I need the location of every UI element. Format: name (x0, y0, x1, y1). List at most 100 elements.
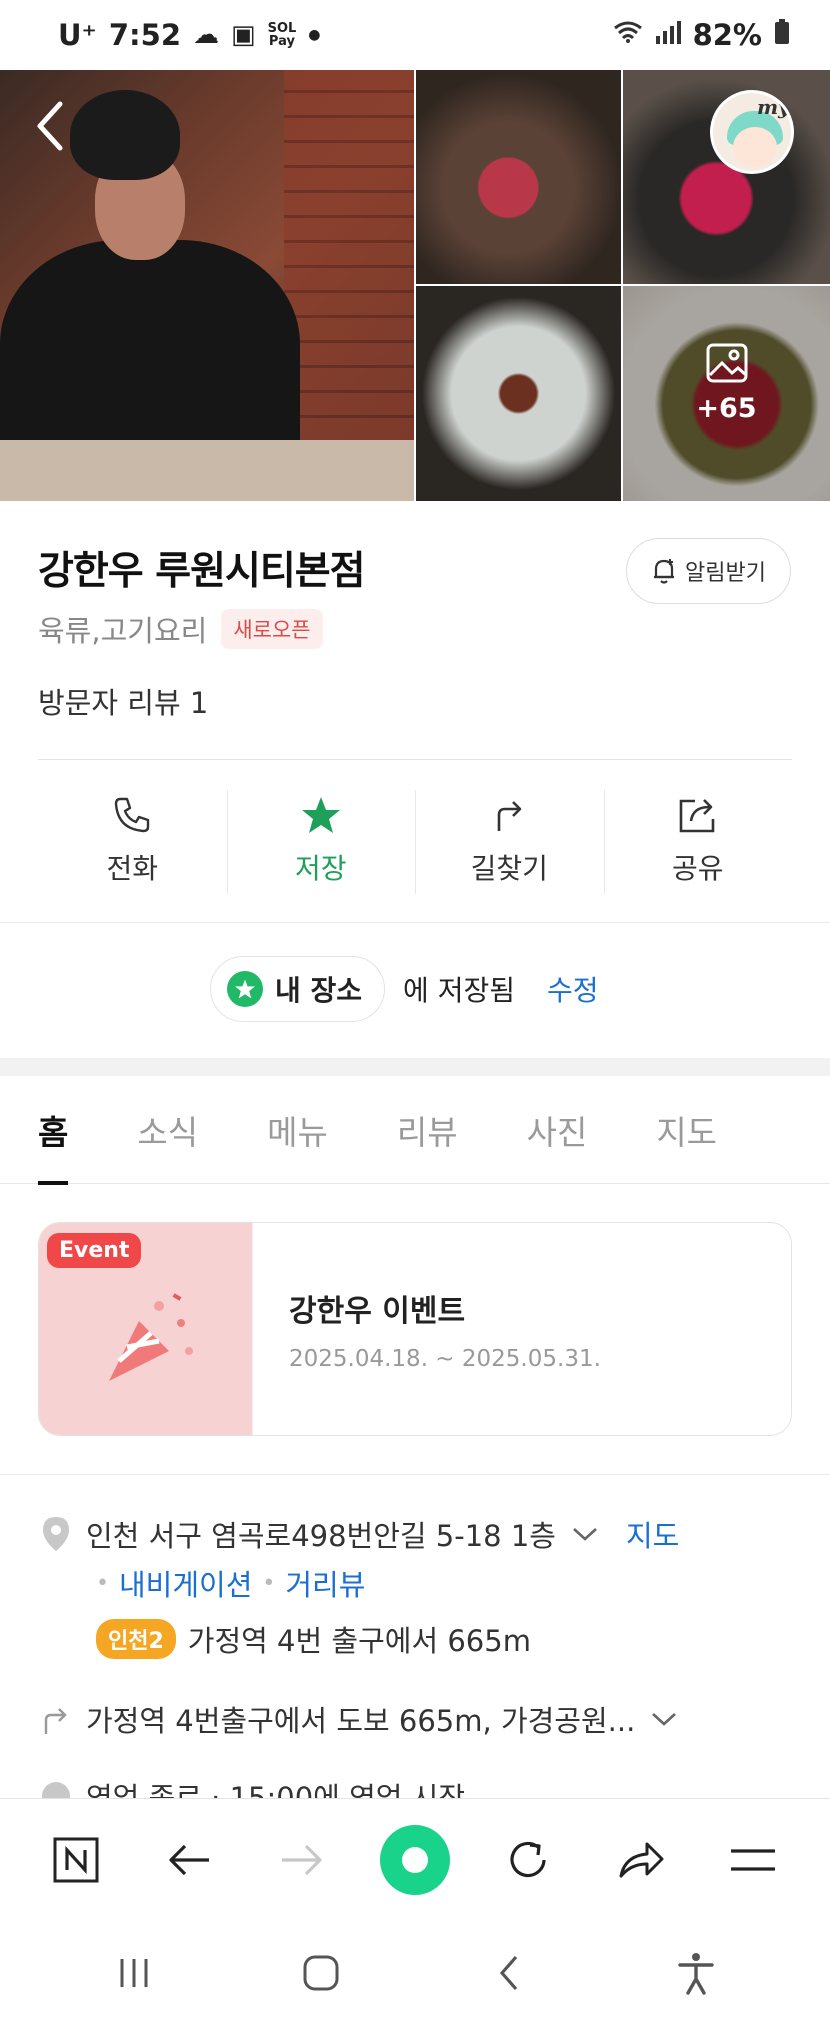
navigation-link[interactable]: 내비게이션 (119, 1562, 252, 1604)
reload-button[interactable] (493, 1825, 563, 1895)
bell-plus-icon (654, 559, 675, 584)
star-badge-icon (227, 971, 263, 1007)
share-arrow-icon (619, 1842, 664, 1877)
home-button[interactable] (286, 1938, 356, 2008)
saved-status-row: 내 장소 에 저장됨 수정 (210, 956, 599, 1022)
share-icon (679, 799, 715, 833)
my-places-label: 내 장소 (275, 974, 363, 1007)
battery-icon (774, 18, 790, 52)
save-button[interactable]: 저장 (226, 786, 416, 896)
gallery-icon: ▣ (231, 20, 256, 50)
category-row: 육류,고기요리 새로오픈 (38, 608, 323, 650)
accessibility-button[interactable] (661, 1938, 731, 2008)
my-places-chip[interactable]: 내 장소 (210, 956, 386, 1022)
naver-n-icon (53, 1837, 99, 1882)
edit-link[interactable]: 수정 (547, 969, 599, 1009)
clock-icon (42, 1782, 70, 1798)
forward-nav-button[interactable] (267, 1825, 337, 1895)
chevron-left-icon (499, 1955, 517, 1991)
event-badge: Event (47, 1233, 142, 1268)
separator-dot: • (262, 1570, 276, 1596)
tab-map[interactable]: 지도 (656, 1076, 717, 1184)
action-bar: 전화 저장 길찾기 공유 (38, 786, 792, 896)
visitor-review-link[interactable]: 방문자 리뷰 1 (38, 680, 208, 722)
tab-photos[interactable]: 사진 (527, 1076, 588, 1184)
green-dot-icon (401, 1846, 428, 1873)
menu-button[interactable] (718, 1825, 788, 1895)
clock: 7:52 (108, 18, 181, 52)
event-thumbnail: Event (39, 1223, 253, 1435)
tab-reviews[interactable]: 리뷰 (397, 1076, 458, 1184)
notify-button[interactable]: 알림받기 (626, 538, 791, 604)
system-navigation-bar (0, 1920, 830, 2026)
image-icon (706, 343, 747, 383)
divider (38, 759, 792, 760)
phone-icon (115, 797, 150, 833)
browser-toolbar (0, 1798, 830, 1920)
walk-directions-text: 가정역 4번출구에서 도보 665m, 가경공원... (86, 1704, 636, 1738)
photo-gallery[interactable]: +65 my (0, 70, 830, 501)
tab-menu[interactable]: 메뉴 (267, 1076, 328, 1184)
arrow-right-icon (282, 1844, 322, 1875)
wifi-icon (613, 20, 643, 51)
notify-label: 알림받기 (685, 561, 766, 586)
chevron-down-icon (573, 1528, 597, 1541)
directions-icon (497, 801, 522, 831)
more-photos-overlay[interactable]: +65 (623, 286, 830, 501)
category-label: 육류,고기요리 (38, 614, 208, 648)
new-open-badge: 새로오픈 (221, 609, 323, 649)
battery-percent: 82% (692, 18, 762, 52)
reload-icon (510, 1841, 546, 1877)
green-dot-button[interactable] (379, 1824, 450, 1895)
tab-bar: 홈 소식 메뉴 리뷰 사진 지도 (0, 1076, 830, 1185)
separator-dot: • (96, 1570, 109, 1596)
event-card[interactable]: Event 강한우 이벤트 2025.04.18. ~ 2025.05.31. (38, 1222, 792, 1436)
chevron-down-icon (652, 1713, 677, 1726)
directions-icon (44, 1708, 67, 1734)
section-gap (0, 1058, 830, 1076)
address-links: • 내비게이션 • 거리뷰 (96, 1562, 365, 1604)
call-label: 전화 (106, 852, 159, 885)
share-button[interactable]: 공유 (603, 786, 793, 896)
walk-directions-row[interactable]: 가정역 4번출구에서 도보 665m, 가경공원... (40, 1698, 679, 1740)
star-icon (301, 797, 340, 833)
tab-home[interactable]: 홈 (38, 1076, 69, 1185)
sol-pay-icon: SOL Pay (267, 21, 297, 49)
event-date: 2025.04.18. ~ 2025.05.31. (289, 1346, 601, 1372)
divider (0, 1474, 830, 1475)
recent-apps-button[interactable] (99, 1938, 169, 2008)
hamburger-menu-icon (731, 1848, 776, 1871)
place-title: 강한우 루원시티본점 (38, 549, 365, 594)
address-text[interactable]: 인천 서구 염곡로498번안길 5-18 1층 (86, 1513, 556, 1555)
notification-dot-icon: ● (308, 27, 321, 43)
status-bar: U⁺ 7:52 ☁ ▣ SOL Pay ● 82% (0, 0, 830, 70)
carrier-label: U⁺ (58, 18, 97, 52)
map-link[interactable]: 지도 (626, 1513, 679, 1555)
photo-thumb[interactable] (416, 286, 621, 501)
share-page-button[interactable] (606, 1825, 676, 1895)
directions-button[interactable]: 길찾기 (415, 786, 604, 896)
my-avatar-button[interactable]: my (710, 90, 794, 174)
recent-apps-icon (120, 1959, 148, 1987)
business-hours-text: 영업 종료 · 15:00에 영업 시작 (86, 1781, 466, 1798)
call-button[interactable]: 전화 (38, 786, 227, 896)
naver-home-button[interactable] (41, 1825, 111, 1895)
directions-label: 길찾기 (470, 852, 548, 885)
photo-thumb[interactable] (416, 70, 621, 284)
station-row: 인천2 가정역 4번 출구에서 665m (96, 1618, 531, 1660)
save-label: 저장 (294, 852, 347, 885)
system-back-button[interactable] (474, 1938, 544, 2008)
tab-news[interactable]: 소식 (137, 1076, 198, 1184)
street-view-link[interactable]: 거리뷰 (285, 1562, 365, 1604)
home-square-icon (303, 1955, 339, 1991)
business-hours-row[interactable]: 영업 종료 · 15:00에 영업 시작 (40, 1776, 465, 1798)
back-button[interactable] (30, 98, 80, 158)
divider (0, 922, 830, 923)
party-popper-icon (109, 1293, 193, 1381)
accessibility-icon (678, 1953, 714, 1995)
signal-icon (655, 20, 681, 51)
station-text: 가정역 4번 출구에서 665m (187, 1624, 531, 1658)
back-nav-button[interactable] (154, 1825, 224, 1895)
event-title: 강한우 이벤트 (289, 1294, 466, 1329)
share-label: 공유 (671, 852, 724, 885)
